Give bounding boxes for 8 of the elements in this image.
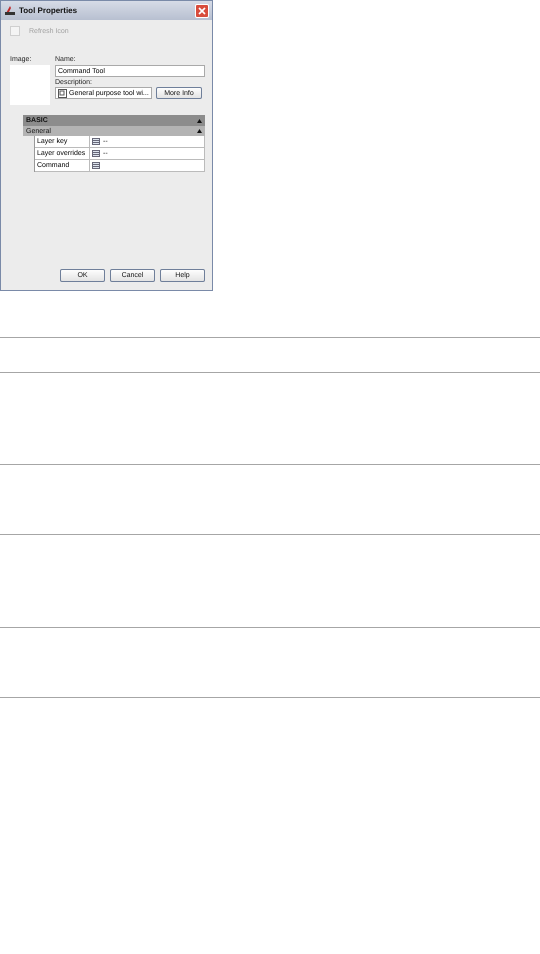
document-icon [58, 88, 67, 98]
close-button[interactable] [195, 4, 209, 18]
close-icon [198, 6, 206, 14]
window-title: Tool Properties [19, 6, 78, 15]
table-icon[interactable] [92, 162, 100, 169]
table-icon[interactable] [92, 138, 100, 145]
table-icon[interactable] [92, 150, 100, 157]
app-icon [4, 5, 16, 16]
